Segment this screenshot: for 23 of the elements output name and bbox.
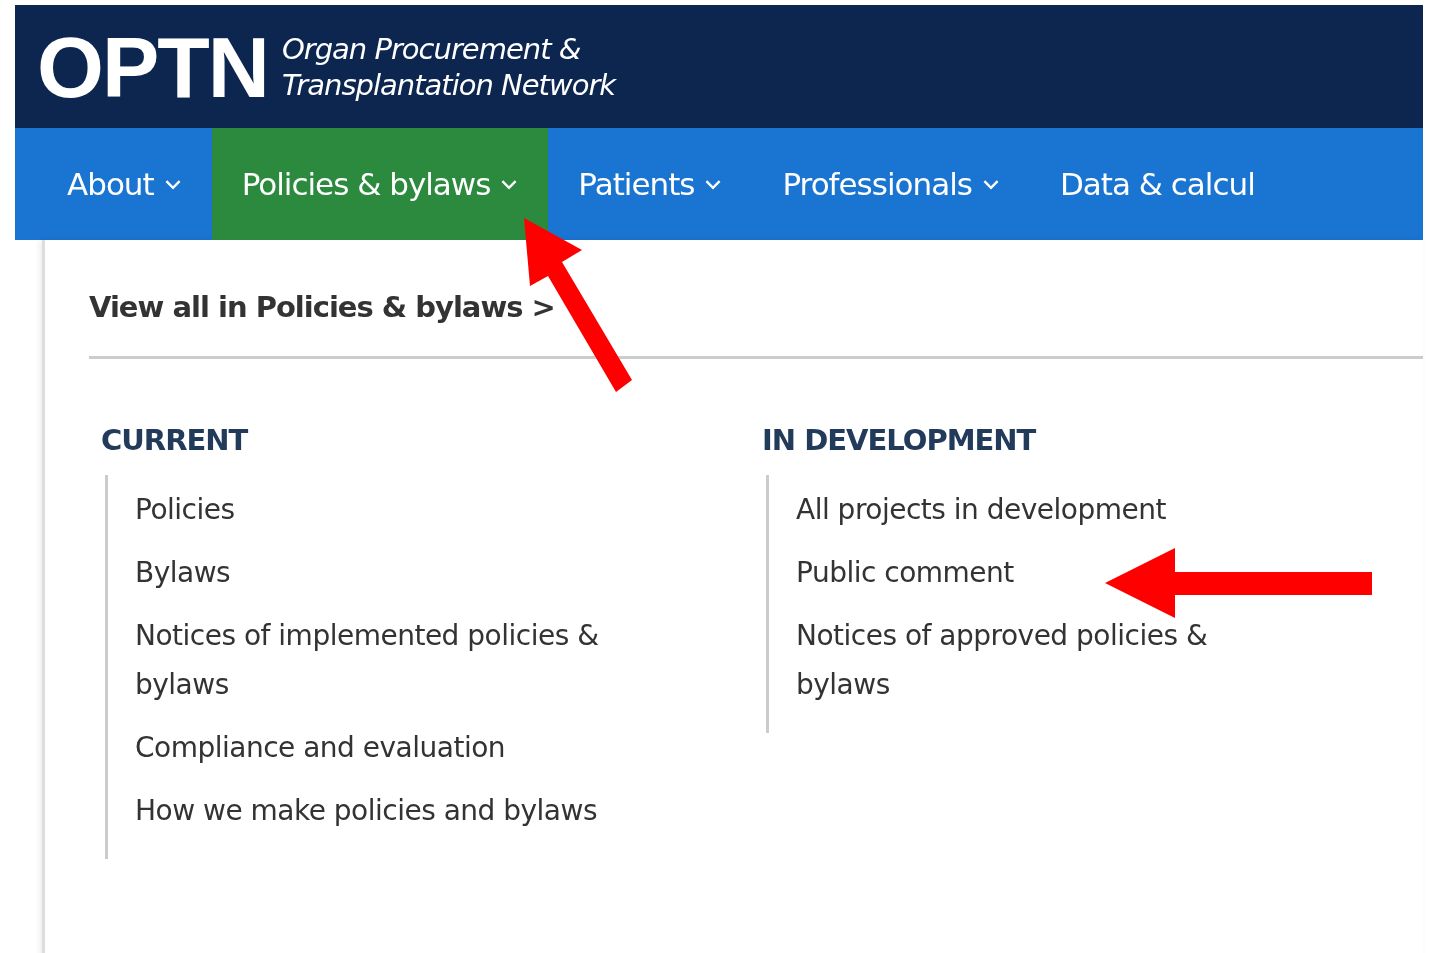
menu-link[interactable]: Public comment [796, 548, 1014, 597]
view-all-link[interactable]: View all in Policies & bylaws > [89, 290, 555, 324]
menu-link[interactable]: How we make policies and bylaws [135, 786, 597, 835]
menu-link[interactable]: Bylaws [135, 548, 231, 597]
logo[interactable]: OPTN [37, 23, 268, 110]
chevron-icon [704, 178, 723, 190]
menu-link[interactable]: Compliance and evaluation [135, 723, 506, 772]
menu-link[interactable]: Policies [135, 485, 235, 534]
chevron-icon [981, 178, 1000, 190]
column-heading: CURRENT [101, 423, 249, 457]
nav-tab[interactable]: Policies & bylaws [211, 128, 549, 240]
chevron-icon [163, 178, 182, 190]
nav-tab[interactable]: About [15, 128, 212, 240]
chevron-icon [500, 178, 519, 190]
nav-tab[interactable]: Data & calcul [1029, 128, 1285, 240]
nav-tab[interactable]: Patients [548, 128, 753, 240]
menu-link[interactable]: Notices of approved policies & bylaws [796, 611, 1306, 709]
nav-tab[interactable]: Professionals [752, 128, 1030, 240]
menu-link[interactable]: Notices of implemented policies & bylaws [135, 611, 645, 709]
tagline: Organ Procurement & [281, 30, 582, 67]
menu-link[interactable]: All projects in development [796, 485, 1166, 534]
tagline: Transplantation Network [281, 66, 616, 103]
column-heading: IN DEVELOPMENT [762, 423, 1037, 457]
